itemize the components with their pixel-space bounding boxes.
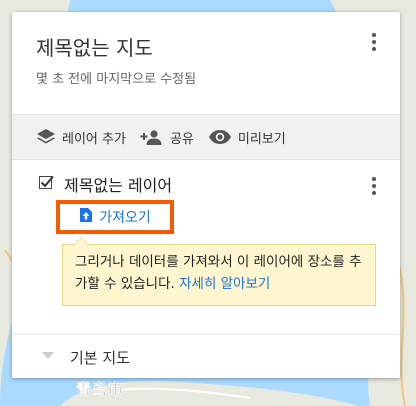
- add-person-icon: [140, 129, 164, 145]
- map-city-label: 青岛市: [76, 380, 125, 398]
- add-layer-label: 레이어 추가: [62, 131, 126, 147]
- layer-options-menu-icon[interactable]: [362, 174, 386, 198]
- layer-visibility-checkbox[interactable]: [39, 175, 54, 189]
- add-layer-button[interactable]: 레이어 추가: [36, 128, 126, 147]
- share-button[interactable]: 공유: [140, 128, 194, 147]
- import-tooltip: 그리거나 데이터를 가져와서 이 레이어에 장소를 추가할 수 있습니다. 자세…: [62, 237, 376, 306]
- last-edited-status: 몇 초 전에 마지막으로 수정됨: [36, 72, 197, 87]
- panel-toolbar: 레이어 추가 공유 미리보기: [12, 115, 400, 160]
- preview-button[interactable]: 미리보기: [208, 128, 286, 147]
- upload-icon: [79, 207, 93, 227]
- map-options-menu-icon[interactable]: [362, 30, 386, 54]
- learn-more-link[interactable]: 자세히 알아보기: [179, 276, 270, 292]
- import-button[interactable]: 가져오기: [56, 200, 174, 234]
- checkmark-icon: [40, 175, 54, 188]
- expand-basemap-icon[interactable]: [41, 349, 55, 363]
- layer-section: 제목없는 레이어 가져오기 그리거나 데이터를 가져와서 이 레이어에 장소를 …: [12, 160, 400, 335]
- basemap-label[interactable]: 기본 지도: [70, 347, 130, 368]
- preview-label: 미리보기: [237, 131, 286, 147]
- layers-icon: [36, 128, 56, 146]
- map-title[interactable]: 제목없는 지도: [36, 32, 153, 61]
- panel-header: 제목없는 지도 몇 초 전에 마지막으로 수정됨: [12, 12, 400, 115]
- import-label: 가져오기: [99, 210, 151, 226]
- basemap-section: 기본 지도: [12, 335, 400, 378]
- share-label: 공유: [169, 131, 194, 147]
- map-editor-panel: 제목없는 지도 몇 초 전에 마지막으로 수정됨 레이어 추가 공유 미리보기 …: [12, 12, 400, 378]
- tooltip-arrow: [73, 237, 89, 245]
- eye-icon: [208, 129, 232, 145]
- layer-title[interactable]: 제목없는 레이어: [64, 172, 172, 196]
